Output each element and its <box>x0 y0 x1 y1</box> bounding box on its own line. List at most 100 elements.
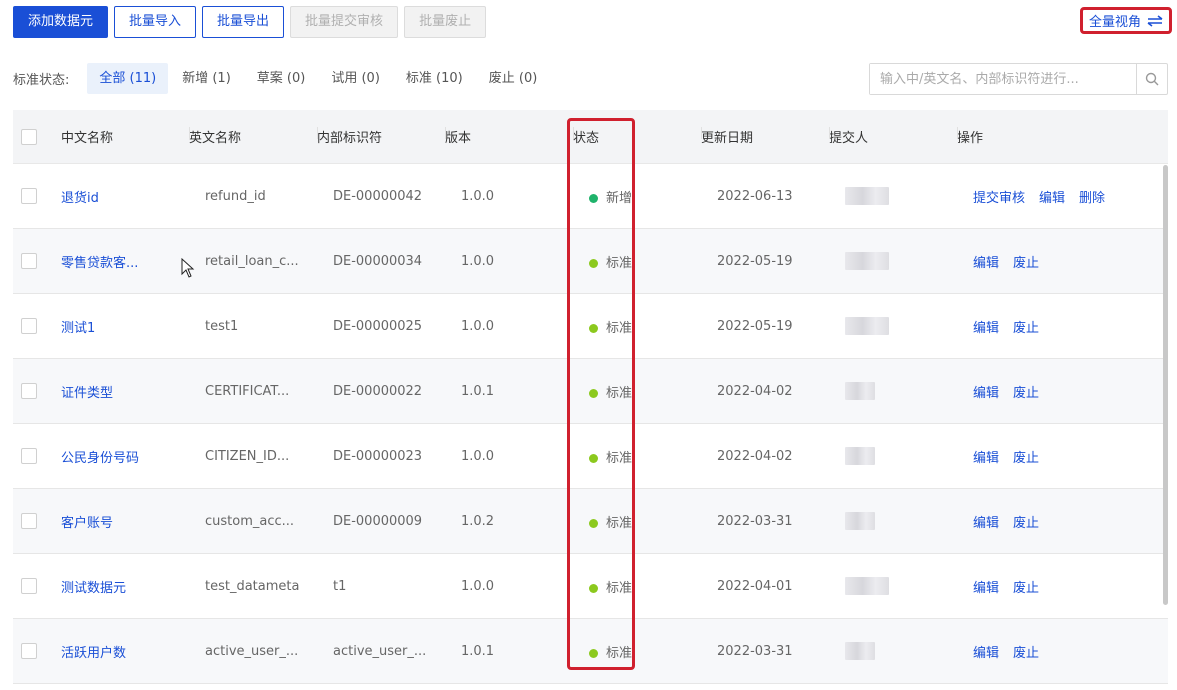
status-cell: 标准 <box>573 252 701 271</box>
status-label: 标准 <box>606 320 633 336</box>
status-label: 新增 <box>606 190 633 206</box>
vertical-scrollbar[interactable] <box>1163 165 1168 605</box>
row-action-link[interactable]: 提交审核 <box>973 191 1025 206</box>
header-actions: 操作 <box>957 127 1166 146</box>
add-data-element-button[interactable]: 添加数据元 <box>13 6 109 38</box>
en-name-cell: test1 <box>205 318 239 334</box>
cn-name-link[interactable]: 零售贷款客... <box>61 252 189 271</box>
full-view-toggle[interactable]: 全量视角 <box>1079 7 1172 34</box>
row-action-link[interactable]: 废止 <box>1013 581 1039 596</box>
en-name-cell: custom_acc... <box>205 513 295 529</box>
internal-id-cell: DE-00000009 <box>333 513 423 529</box>
cn-name-link[interactable]: 客户账号 <box>61 512 189 531</box>
status-label: 标准 <box>606 580 633 596</box>
row-checkbox[interactable] <box>21 253 37 269</box>
updated-date-cell: 2022-06-13 <box>717 188 793 204</box>
row-checkbox[interactable] <box>21 318 37 334</box>
search-input[interactable] <box>870 64 1136 94</box>
submitter-cell <box>829 642 957 660</box>
submitter-avatar <box>845 187 889 205</box>
header-divider <box>445 127 446 139</box>
status-filter-label: 标准状态: <box>13 73 70 88</box>
filter-tab[interactable]: 标准 (10) <box>394 63 475 94</box>
data-element-table: 中文名称 英文名称 内部标识符 版本 状态 更新日期 提交人 操作 退货id re… <box>13 110 1168 684</box>
header-version: 版本 <box>445 127 573 146</box>
version-cell: 1.0.0 <box>461 448 495 464</box>
header-status: 状态 <box>573 127 701 146</box>
row-action-link[interactable]: 编辑 <box>973 646 999 661</box>
mouse-cursor-icon <box>181 258 195 278</box>
actions-cell: 编辑 废止 <box>957 317 1166 336</box>
status-dot-icon <box>589 518 598 528</box>
status-filter-tabs: 全部 (11) 新增 (1) 草案 (0) 试用 (0) 标准 (10) 废止 (0) <box>87 63 551 94</box>
row-action-link[interactable]: 编辑 <box>973 516 999 531</box>
actions-cell: 提交审核 编辑 删除 <box>957 187 1166 206</box>
row-checkbox[interactable] <box>21 513 37 529</box>
row-action-link[interactable]: 编辑 <box>973 581 999 596</box>
table-row: 公民身份号码 CITIZEN_ID... DE-00000023 1.0.0 标准 202… <box>13 424 1168 489</box>
actions-cell: 编辑 废止 <box>957 642 1166 661</box>
batch-deprecate-button[interactable]: 批量废止 <box>404 6 487 38</box>
search-icon <box>1145 72 1159 86</box>
cn-name-link[interactable]: 退货id <box>61 187 189 206</box>
row-checkbox[interactable] <box>21 578 37 594</box>
filter-tab[interactable]: 新增 (1) <box>170 63 243 94</box>
status-dot-icon <box>589 648 598 658</box>
full-view-label: 全量视角 <box>1088 15 1141 30</box>
row-action-link[interactable]: 废止 <box>1013 256 1039 271</box>
filter-tab[interactable]: 废止 (0) <box>477 63 550 94</box>
row-checkbox[interactable] <box>21 643 37 659</box>
table-row: 退货id refund_id DE-00000042 1.0.0 新增 2022-06-1… <box>13 164 1168 229</box>
row-action-link[interactable]: 删除 <box>1079 191 1105 206</box>
filter-tab[interactable]: 草案 (0) <box>245 63 318 94</box>
toolbar: 添加数据元 批量导入 批量导出 批量提交审核 批量废止 <box>13 6 487 38</box>
submitter-avatar <box>845 317 889 335</box>
row-action-link[interactable]: 废止 <box>1013 386 1039 401</box>
actions-cell: 编辑 废止 <box>957 447 1166 466</box>
table-body: 退货id refund_id DE-00000042 1.0.0 新增 2022-06-1… <box>13 164 1168 684</box>
cn-name-link[interactable]: 测试数据元 <box>61 577 189 596</box>
cn-name-link[interactable]: 证件类型 <box>61 382 189 401</box>
search-box <box>869 63 1168 95</box>
row-action-link[interactable]: 编辑 <box>1039 191 1065 206</box>
status-cell: 标准 <box>573 317 701 336</box>
swap-arrows-icon <box>1147 14 1163 27</box>
row-action-link[interactable]: 编辑 <box>973 256 999 271</box>
row-action-link[interactable]: 编辑 <box>973 386 999 401</box>
table-row: 活跃用户数 active_user_... active_user_... 1.0.1… <box>13 619 1168 684</box>
row-action-link[interactable]: 废止 <box>1013 646 1039 661</box>
header-internal-id: 内部标识符 <box>317 127 445 146</box>
version-cell: 1.0.0 <box>461 318 495 334</box>
submitter-avatar <box>845 382 875 400</box>
version-cell: 1.0.1 <box>461 643 495 659</box>
batch-export-button[interactable]: 批量导出 <box>202 6 285 38</box>
row-select <box>13 643 61 659</box>
version-cell: 1.0.0 <box>461 253 495 269</box>
status-filter-bar: 标准状态: 全部 (11) 新增 (1) 草案 (0) 试用 (0) 标准 (10) 废止… <box>13 63 551 94</box>
submitter-cell <box>829 317 957 335</box>
cn-name-link[interactable]: 公民身份号码 <box>61 447 189 466</box>
row-action-link[interactable]: 废止 <box>1013 516 1039 531</box>
row-action-link[interactable]: 编辑 <box>973 321 999 336</box>
batch-import-button[interactable]: 批量导入 <box>114 6 197 38</box>
search-button[interactable] <box>1136 64 1167 94</box>
row-action-link[interactable]: 编辑 <box>973 451 999 466</box>
internal-id-cell: DE-00000042 <box>333 188 423 204</box>
cn-name-link[interactable]: 测试1 <box>61 317 189 336</box>
filter-tab[interactable]: 全部 (11) <box>87 63 169 94</box>
cn-name-link[interactable]: 活跃用户数 <box>61 642 189 661</box>
status-dot-icon <box>589 453 598 463</box>
header-internal-id-label: 内部标识符 <box>317 131 383 146</box>
batch-submit-review-button[interactable]: 批量提交审核 <box>290 6 399 38</box>
en-name-cell: active_user_... <box>205 643 299 659</box>
row-action-link[interactable]: 废止 <box>1013 321 1039 336</box>
row-select <box>13 253 61 269</box>
updated-date-cell: 2022-03-31 <box>717 513 793 529</box>
row-checkbox[interactable] <box>21 448 37 464</box>
row-checkbox[interactable] <box>21 188 37 204</box>
select-all-checkbox[interactable] <box>21 128 37 145</box>
filter-tab[interactable]: 试用 (0) <box>319 63 392 94</box>
status-label: 标准 <box>606 450 633 466</box>
row-action-link[interactable]: 废止 <box>1013 451 1039 466</box>
row-checkbox[interactable] <box>21 383 37 399</box>
